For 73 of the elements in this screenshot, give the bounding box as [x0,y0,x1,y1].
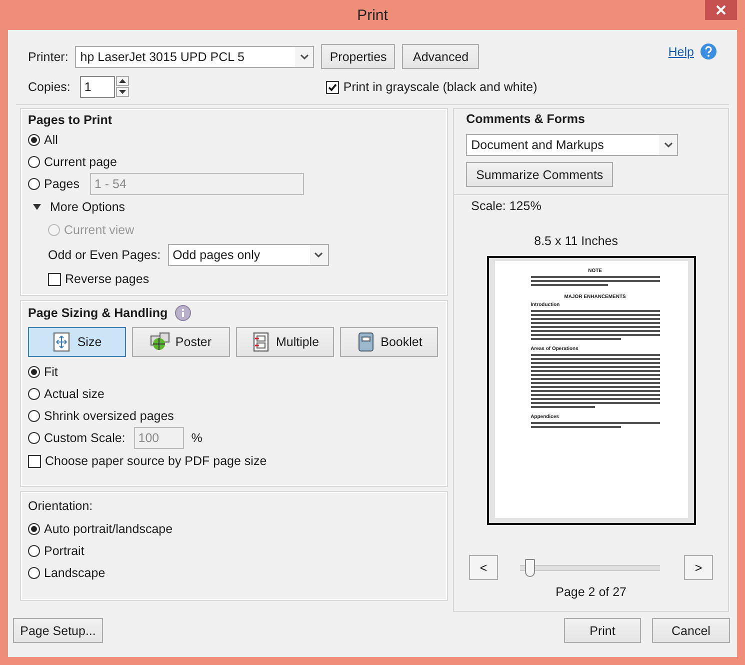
radio-label[interactable]: Actual size [44,387,104,401]
radio-button[interactable] [28,523,40,535]
checkbox[interactable] [48,272,61,286]
radio-label[interactable]: Shrink oversized pages [44,409,174,423]
slider-thumb[interactable] [524,558,535,576]
radio-button[interactable] [28,178,40,190]
radio-button[interactable] [28,156,40,168]
cancel-button[interactable]: Cancel [652,618,730,643]
mode-tab[interactable]: Size [28,327,126,357]
printer-dropdown[interactable]: hp LaserJet 3015 UPD PCL 5 [75,46,314,68]
info-icon[interactable] [174,305,191,321]
page-indicator: Page 2 of 27 [556,585,627,599]
radio-label[interactable]: Landscape [44,566,106,580]
chevron-down-icon [300,54,309,60]
checkbox-label[interactable]: Print in grayscale (black and white) [343,80,538,94]
section-title: Comments & Forms [466,111,586,128]
next-page-button[interactable]: > [684,555,714,580]
window-title: Print [356,6,389,24]
multiple-pages-icon [250,332,271,352]
triangle-down-icon [119,90,126,94]
mode-tab[interactable]: Poster [132,327,230,357]
print-button[interactable]: Print [564,618,641,643]
comments-dropdown[interactable]: Document and Markups [466,134,678,156]
poster-tiles-icon [150,332,170,352]
chevron-down-icon [664,142,673,148]
chevron-down-icon [314,252,324,258]
page-setup-button[interactable]: Page Setup... [13,618,103,643]
spin-down-button[interactable] [116,87,130,97]
radio-button[interactable] [28,432,40,444]
percent-label: % [191,431,202,445]
triangle-up-icon [119,79,126,83]
odd-even-label: Odd or Even Pages: [48,248,161,262]
scale-label: Scale: 125% [471,199,542,213]
disclosure-triangle-icon[interactable] [33,204,41,210]
close-icon [716,5,726,15]
radio-label[interactable]: Pages [44,177,80,191]
radio-button[interactable] [28,134,40,146]
section-title: Orientation: [28,499,94,515]
radio-label[interactable]: Fit [44,365,58,379]
radio-button[interactable] [28,545,40,557]
section-title: Page Sizing & Handling [28,305,168,322]
printer-label: Printer: [28,50,68,64]
radio-button[interactable] [28,366,40,378]
more-options-toggle[interactable]: More Options [50,200,126,214]
section-title: Pages to Print [28,112,114,129]
radio-button[interactable] [28,567,40,579]
checkbox[interactable] [326,80,340,94]
radio-label[interactable]: Auto portrait/landscape [44,522,173,536]
help-link[interactable]: Help [668,44,694,58]
summarize-comments-button[interactable]: Summarize Comments [466,162,614,187]
checkbox-label[interactable]: Reverse pages [65,272,150,286]
advanced-button[interactable]: Advanced [402,44,480,69]
radio-button[interactable] [28,388,40,400]
odd-even-dropdown[interactable]: Odd pages only [168,244,329,266]
radio-label[interactable]: Custom Scale: [44,431,126,445]
radio-label[interactable]: Portrait [44,544,84,558]
previous-page-button[interactable]: < [469,555,498,580]
copies-field[interactable]: 1 [80,76,116,98]
checkbox[interactable] [28,454,41,468]
mode-tab[interactable]: Multiple [236,327,334,357]
radio-label[interactable]: Current page [44,155,117,169]
help-icon[interactable] [700,43,717,60]
booklet-icon [356,332,376,352]
radio-button[interactable] [28,410,40,422]
copies-label: Copies: [28,80,70,94]
paper-size-label: 8.5 x 11 Inches [534,234,618,248]
properties-button[interactable]: Properties [321,44,396,69]
resize-arrows-icon [52,332,72,352]
checkbox-label[interactable]: Choose paper source by PDF page size [45,454,267,468]
close-button[interactable] [705,0,737,20]
mode-tab[interactable]: Booklet [340,327,438,357]
spin-up-button[interactable] [116,76,130,86]
radio-label[interactable]: All [44,133,58,147]
